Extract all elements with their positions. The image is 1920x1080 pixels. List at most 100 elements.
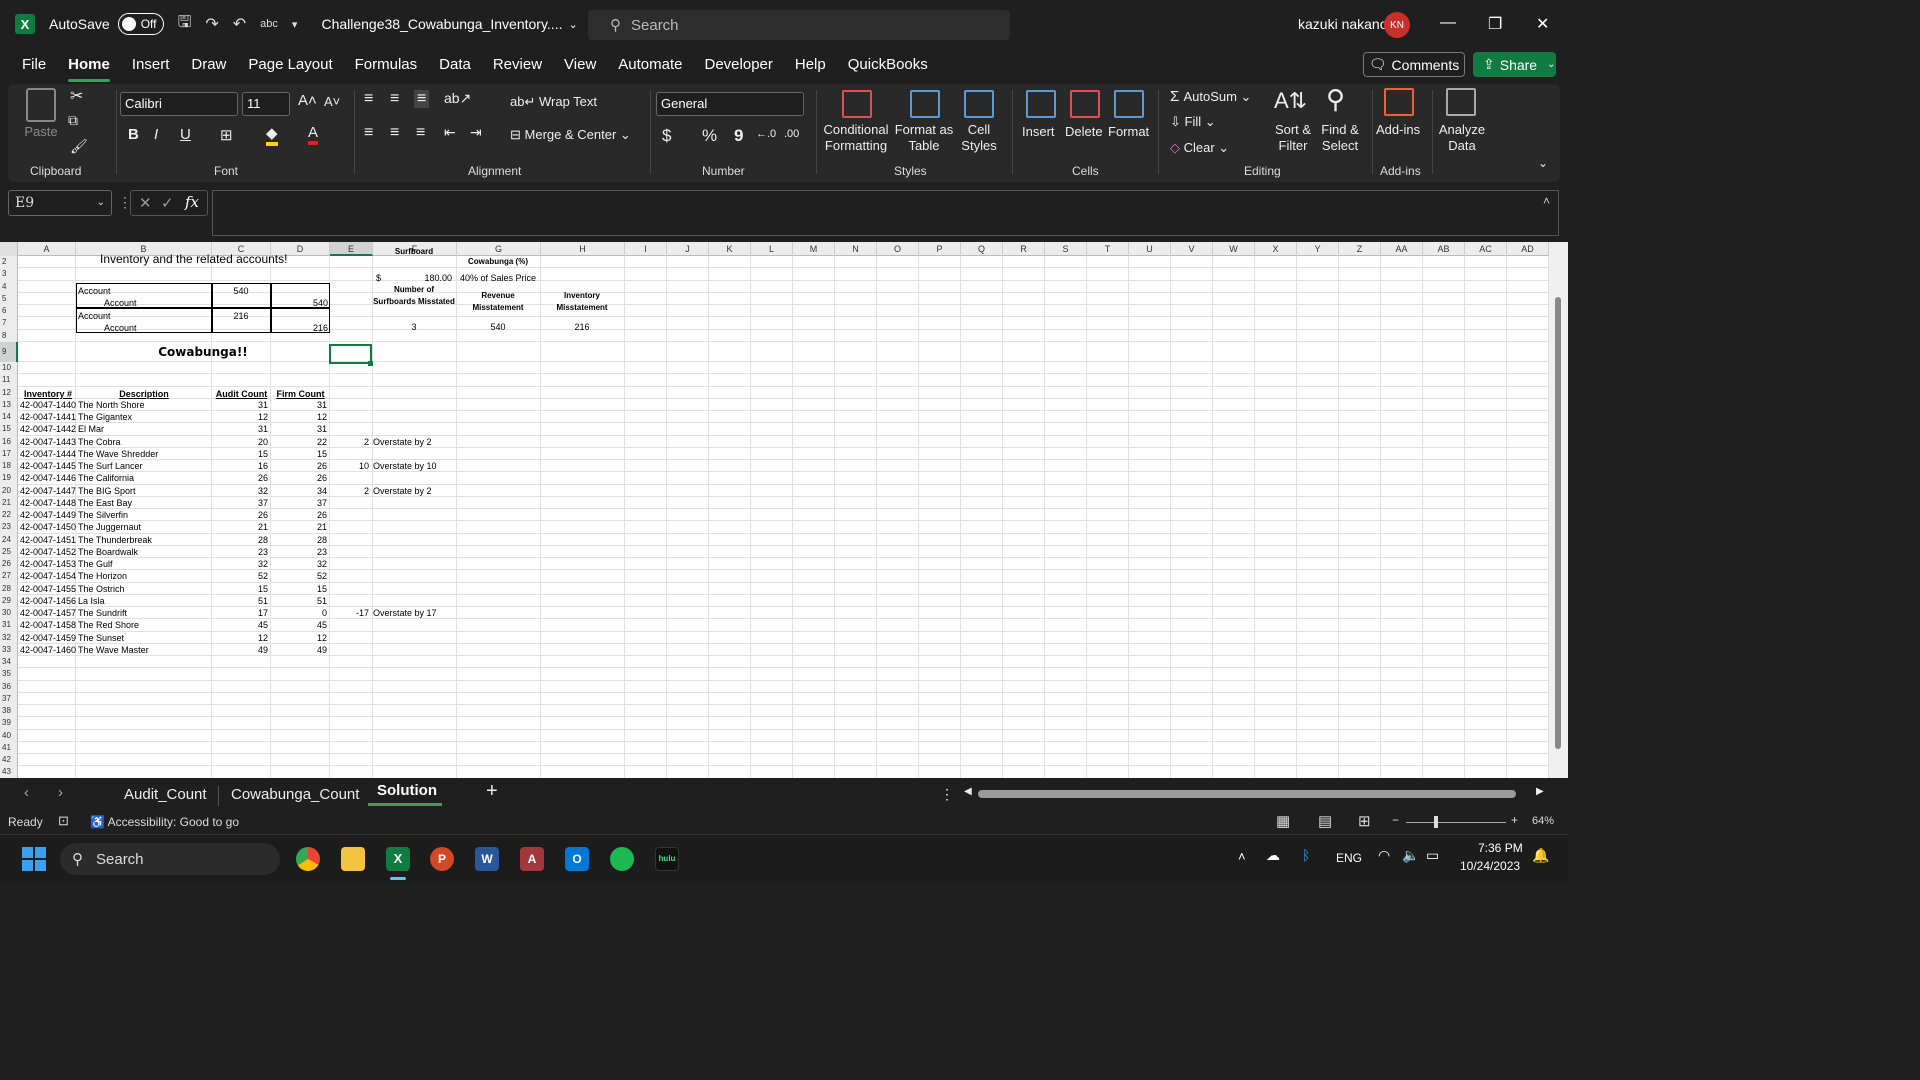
- align-bottom-icon[interactable]: ≡: [414, 90, 430, 108]
- firm-count[interactable]: 31: [271, 399, 327, 411]
- audit-count[interactable]: 20: [212, 436, 268, 448]
- firm-count[interactable]: 52: [271, 570, 327, 582]
- inventory-id[interactable]: 42-0047-1453: [20, 558, 76, 570]
- paste-icon[interactable]: [26, 88, 56, 122]
- inventory-description[interactable]: The California: [78, 472, 134, 484]
- audit-count[interactable]: 23: [212, 546, 268, 558]
- firm-count[interactable]: 28: [271, 534, 327, 546]
- journal-debit[interactable]: 216: [212, 310, 270, 322]
- firm-count[interactable]: 15: [271, 583, 327, 595]
- misstatement-note[interactable]: Overstate by 2: [373, 436, 432, 448]
- audit-count[interactable]: 37: [212, 497, 268, 509]
- inventory-description[interactable]: The Juggernaut: [78, 521, 141, 533]
- audit-count[interactable]: 32: [212, 558, 268, 570]
- audit-count[interactable]: 31: [212, 399, 268, 411]
- inventory-id[interactable]: 42-0047-1454: [20, 570, 76, 582]
- audit-count[interactable]: 28: [212, 534, 268, 546]
- scroll-thumb[interactable]: [1555, 297, 1561, 749]
- journal-account-label[interactable]: Account: [78, 310, 111, 322]
- row-header-22[interactable]: 22: [0, 509, 18, 522]
- sort-filter-icon[interactable]: A⇅: [1274, 88, 1307, 114]
- firm-count[interactable]: 22: [271, 436, 327, 448]
- cell-styles-button[interactable]: Cell Styles: [956, 122, 1002, 154]
- comma-icon[interactable]: 9: [734, 126, 743, 146]
- column-header-ab[interactable]: AB: [1423, 242, 1465, 256]
- horizontal-scrollbar[interactable]: [978, 790, 1516, 798]
- surfboards-misstated-value[interactable]: 3: [372, 321, 456, 333]
- add-ins-icon[interactable]: [1384, 88, 1414, 116]
- page-layout-view-icon[interactable]: ▤: [1318, 812, 1332, 830]
- row-header-39[interactable]: 39: [0, 717, 18, 730]
- row-header-23[interactable]: 23: [0, 521, 18, 534]
- zoom-level[interactable]: 64%: [1532, 815, 1554, 827]
- increase-decimal-icon[interactable]: ←.0: [756, 128, 776, 140]
- macro-record-icon[interactable]: ⊡: [58, 813, 69, 829]
- inventory-description[interactable]: The Wave Master: [78, 644, 149, 656]
- journal-credit[interactable]: 216: [271, 322, 328, 334]
- row-header-2[interactable]: 2: [0, 256, 18, 269]
- column-header-m[interactable]: M: [793, 242, 835, 256]
- firm-count[interactable]: 37: [271, 497, 327, 509]
- number-format-select[interactable]: General: [656, 92, 804, 116]
- format-as-table-button[interactable]: Format as Table: [894, 122, 954, 154]
- column-header-l[interactable]: L: [751, 242, 793, 256]
- underline-icon[interactable]: U: [180, 126, 191, 143]
- column-header-w[interactable]: W: [1213, 242, 1255, 256]
- tab-solution[interactable]: Solution: [377, 782, 437, 799]
- align-center-icon[interactable]: ≡: [390, 124, 399, 142]
- column-header-p[interactable]: P: [919, 242, 961, 256]
- row-header-35[interactable]: 35: [0, 668, 18, 681]
- firm-count[interactable]: 26: [271, 509, 327, 521]
- italic-icon[interactable]: I: [154, 126, 158, 143]
- chevron-down-icon[interactable]: ⌄: [568, 18, 577, 31]
- row-header-6[interactable]: 6: [0, 305, 18, 318]
- notification-bell-icon[interactable]: 🔔: [1532, 847, 1549, 864]
- spelling-icon[interactable]: abc: [260, 18, 278, 30]
- scroll-left-icon[interactable]: ◀: [964, 786, 972, 797]
- sort-filter-button[interactable]: Sort & Filter: [1270, 122, 1316, 154]
- select-all-corner[interactable]: [0, 242, 18, 256]
- delete-cells-button[interactable]: Delete: [1065, 124, 1103, 139]
- user-name[interactable]: kazuki nakano: [1298, 16, 1388, 32]
- column-header-k[interactable]: K: [709, 242, 751, 256]
- menu-review[interactable]: Review: [493, 48, 542, 84]
- audit-count[interactable]: 12: [212, 411, 268, 423]
- cancel-icon[interactable]: ✕: [139, 194, 152, 212]
- more-options-icon[interactable]: ⋮: [940, 786, 954, 803]
- increase-font-icon[interactable]: A˄: [298, 92, 317, 109]
- menu-automate[interactable]: Automate: [618, 48, 682, 84]
- menu-insert[interactable]: Insert: [132, 48, 170, 84]
- count-difference[interactable]: 2: [330, 436, 369, 448]
- inventory-id[interactable]: 42-0047-1450: [20, 521, 76, 533]
- row-header-19[interactable]: 19: [0, 472, 18, 485]
- cowabunga-title[interactable]: Cowabunga!!: [76, 346, 330, 358]
- delete-cells-icon[interactable]: [1070, 90, 1100, 118]
- align-left-icon[interactable]: ≡: [364, 124, 373, 142]
- analyze-data-icon[interactable]: [1446, 88, 1476, 116]
- journal-account-label[interactable]: Account: [104, 297, 137, 309]
- save-icon[interactable]: 🖫: [178, 11, 192, 38]
- firm-count[interactable]: 0: [271, 607, 327, 619]
- inventory-id[interactable]: 42-0047-1442: [20, 423, 76, 435]
- search-input[interactable]: ⚲ Search: [588, 10, 1010, 40]
- bluetooth-icon[interactable]: ᛒ: [1302, 847, 1310, 863]
- inventory-id[interactable]: 42-0047-1459: [20, 632, 76, 644]
- row-header-3[interactable]: 3: [0, 268, 18, 281]
- journal-debit[interactable]: 540: [212, 285, 270, 297]
- row-header-24[interactable]: 24: [0, 533, 18, 546]
- show-hidden-icons-icon[interactable]: ˄: [1238, 849, 1246, 864]
- format-cells-button[interactable]: Format: [1108, 124, 1149, 139]
- find-select-icon[interactable]: ⚲: [1326, 84, 1345, 115]
- row-header-28[interactable]: 28: [0, 582, 18, 595]
- price-currency[interactable]: $: [376, 272, 381, 284]
- inventory-description[interactable]: The BIG Sport: [78, 485, 136, 497]
- align-top-icon[interactable]: ≡: [364, 90, 373, 108]
- column-header-a[interactable]: A: [18, 242, 76, 256]
- row-header-37[interactable]: 37: [0, 692, 18, 705]
- audit-count[interactable]: 17: [212, 607, 268, 619]
- revenue-misstatement-value[interactable]: 540: [456, 321, 540, 333]
- count-difference[interactable]: 10: [330, 460, 369, 472]
- formula-input[interactable]: [212, 190, 1559, 236]
- clock-time[interactable]: 7:36 PM: [1478, 841, 1523, 855]
- row-header-16[interactable]: 16: [0, 435, 18, 448]
